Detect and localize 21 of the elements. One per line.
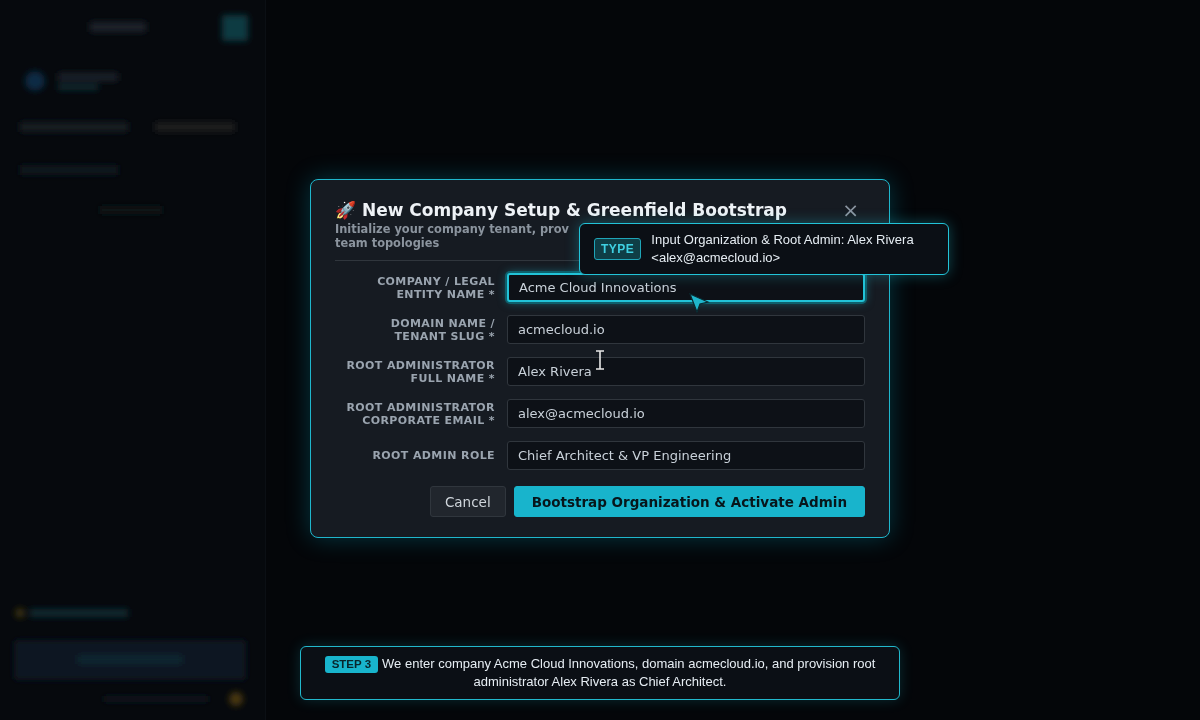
bootstrap-button[interactable]: Bootstrap Organization & Activate Admin xyxy=(513,486,865,517)
dialog-subtitle: team topologies xyxy=(335,236,440,250)
field-label: ROOT ADMINISTRATOR CORPORATE EMAIL * xyxy=(345,400,495,427)
text-cursor-icon xyxy=(594,350,606,370)
close-button[interactable]: × xyxy=(836,200,865,220)
step-tag: STEP 3 xyxy=(324,656,379,673)
cancel-button[interactable]: Cancel xyxy=(429,486,506,517)
field-label: ROOT ADMIN ROLE xyxy=(371,449,495,462)
field-label: ROOT ADMINISTRATOR FULL NAME * xyxy=(345,358,495,385)
input-field[interactable]: Acme Cloud Innovations xyxy=(507,273,865,302)
input-field[interactable]: Alex Rivera xyxy=(507,357,865,386)
field-label: COMPANY / LEGAL ENTITY NAME * xyxy=(376,274,495,301)
input-field[interactable]: acmecloud.io xyxy=(507,315,865,344)
input-field[interactable]: Chief Architect & VP Engineering xyxy=(507,441,865,470)
input-field[interactable]: alex@acmecloud.io xyxy=(507,399,865,428)
tooltip-text: Input Organization & Root Admin: Alex Rivera <alex@acmecloud.io> xyxy=(651,231,915,267)
action-tag: TYPE xyxy=(594,238,642,260)
field-label: DOMAIN NAME / TENANT SLUG * xyxy=(389,316,495,343)
dialog-subtitle: Initialize your company tenant, prov xyxy=(335,222,569,236)
step-text: We enter company Acme Cloud Innovations, domain acmecloud.io, and provision root administrator Alex Rivera as Chief Architect. xyxy=(382,656,876,689)
dialog-title: 🚀 New Company Setup & Greenfield Bootstrap xyxy=(335,200,787,220)
